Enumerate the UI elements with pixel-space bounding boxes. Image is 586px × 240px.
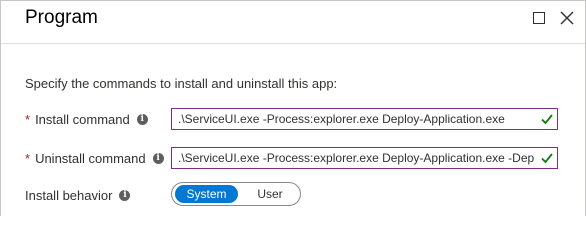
info-icon[interactable]: i bbox=[119, 190, 131, 201]
info-icon[interactable]: i bbox=[136, 114, 148, 125]
intro-text: Specify the commands to install and unin… bbox=[25, 76, 338, 91]
install-behavior-option-system[interactable]: System bbox=[175, 185, 238, 203]
install-behavior-label: Install behavior i bbox=[25, 188, 131, 203]
uninstall-command-field[interactable] bbox=[171, 147, 558, 169]
install-behavior-label-text: Install behavior bbox=[25, 188, 113, 203]
install-command-field[interactable] bbox=[171, 108, 558, 130]
install-command-input[interactable] bbox=[178, 109, 534, 129]
panel-header: Program bbox=[1, 1, 585, 44]
checkmark-icon bbox=[541, 114, 553, 125]
uninstall-command-label: * Uninstall command i bbox=[25, 151, 164, 166]
install-behavior-option-user[interactable]: User bbox=[242, 185, 298, 203]
checkmark-icon bbox=[541, 153, 553, 164]
close-icon[interactable] bbox=[557, 8, 577, 28]
install-command-label: * Install command i bbox=[25, 112, 148, 127]
panel-title: Program bbox=[25, 7, 98, 28]
info-icon[interactable]: i bbox=[152, 153, 164, 164]
install-command-label-text: Install command bbox=[35, 112, 130, 127]
required-marker: * bbox=[25, 151, 31, 166]
maximize-icon[interactable] bbox=[533, 12, 545, 24]
install-behavior-toggle[interactable]: System User bbox=[171, 182, 301, 206]
required-marker: * bbox=[25, 112, 31, 127]
uninstall-command-label-text: Uninstall command bbox=[35, 151, 146, 166]
uninstall-command-input[interactable] bbox=[178, 148, 534, 168]
